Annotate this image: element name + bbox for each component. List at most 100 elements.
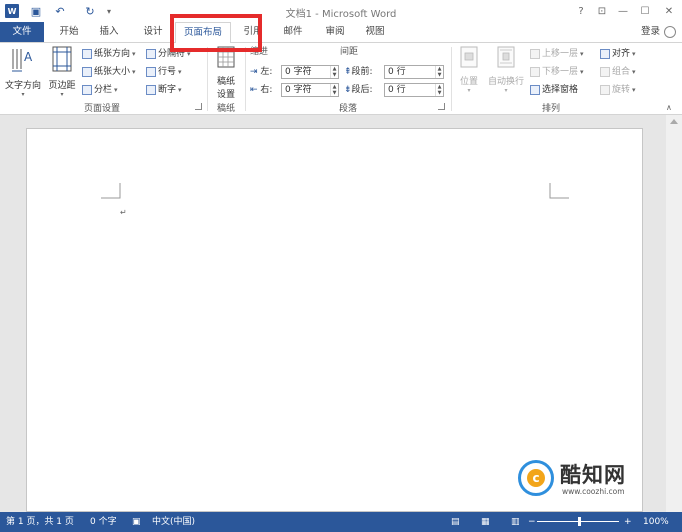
document-area: ↵ [0,115,682,512]
bring-forward-icon [530,49,540,59]
word-count[interactable]: 0 个字 [90,512,117,532]
group-divider [245,47,246,111]
send-backward-button[interactable]: 下移一层 ▾ [530,65,584,79]
draft-settings-button[interactable]: 稿纸 设置 [211,45,241,100]
indent-left-input[interactable]: 0 字符 ▲ ▼ [281,65,339,79]
spinner-arrows-icon[interactable]: ▲ ▼ [330,84,338,96]
indent-left-icon: ⇥ [250,67,258,77]
tab-design[interactable]: 设计 [136,22,170,42]
group-button[interactable]: 组合 ▾ [600,65,636,79]
web-layout-icon[interactable]: ▥ [511,512,520,532]
collapse-ribbon-icon[interactable]: ∧ [666,103,672,112]
columns-icon [82,85,92,95]
tab-file[interactable]: 文件 [0,22,44,42]
selection-pane-button[interactable]: 选择窗格 [530,83,578,97]
hyphenation-button[interactable]: 断字 ▾ [146,83,182,97]
margins-button[interactable]: 页边距 ▾ [46,45,78,98]
selection-pane-icon [530,85,540,95]
spacing-before-label: ⇞段前: [344,67,373,77]
page-count[interactable]: 第 1 页，共 1 页 [6,512,74,532]
position-icon [460,46,478,68]
text-direction-icon: A [12,49,33,72]
tab-insert[interactable]: 插入 [92,22,126,42]
title-bar: W ▣ ↶ ↻ ▾ 文档1 - Microsoft Word ? ⊡ — ☐ ✕ [0,0,682,22]
size-button[interactable]: 纸张大小 ▾ [82,65,136,79]
watermark-url: www.coozhi.com [562,487,625,496]
rotate-icon [600,85,610,95]
close-icon[interactable]: ✕ [660,3,678,19]
spacing-before-input[interactable]: 0 行 ▲ ▼ [384,65,444,79]
indent-right-input[interactable]: 0 字符 ▲ ▼ [281,83,339,97]
line-numbers-button[interactable]: 行号 ▾ [146,65,182,79]
spinner-arrows-icon[interactable]: ▲ ▼ [330,66,338,78]
align-button[interactable]: 对齐 ▾ [600,47,636,61]
indent-right-icon: ⇤ [250,85,258,95]
spacing-after-icon: ⇟ [344,85,352,95]
svg-text:A: A [24,50,33,64]
ribbon: A 文字方向 ▾ 页边距 ▾ 纸张方向 ▾ 纸张大小 ▾ 分栏 ▾ 分隔符 ▾ 行号 ▾ … [0,42,682,115]
paragraph-mark: ↵ [120,208,127,217]
zoom-level[interactable]: 100% [643,512,669,532]
zoom-slider-thumb[interactable] [578,517,581,526]
rotate-button[interactable]: 旋转 ▾ [600,83,636,97]
status-bar: 第 1 页，共 1 页 0 个字 ▣ 中文(中国) ▤ ▦ ▥ − + 100% [0,512,682,532]
group-divider [207,47,208,111]
group-label-paragraph: 段落 [338,104,357,114]
minimize-icon[interactable]: — [614,3,632,19]
help-icon[interactable]: ? [572,3,590,19]
text-direction-button[interactable]: A 文字方向 ▾ [4,45,42,98]
coozhi-logo-icon: c [518,460,554,496]
breaks-icon [146,49,156,59]
watermark: c 酷知网 www.coozhi.com [510,456,660,500]
line-numbers-icon [146,67,156,77]
ribbon-tabs: 文件 开始 插入 设计 页面布局 引用 邮件 审阅 视图 登录 [0,22,682,43]
tab-home[interactable]: 开始 [52,22,86,42]
margin-corner-top-right [549,183,569,199]
document-page[interactable]: ↵ [26,128,643,512]
page-setup-launcher-icon[interactable] [195,103,202,110]
tab-mailings[interactable]: 邮件 [276,22,310,42]
group-label-page-setup: 页面设置 [83,104,120,114]
align-icon [600,49,610,59]
paragraph-launcher-icon[interactable] [438,103,445,110]
print-layout-icon[interactable]: ▦ [481,512,490,532]
wrap-text-icon [497,46,515,68]
spinner-arrows-icon[interactable]: ▲ ▼ [435,84,443,96]
zoom-in-button[interactable]: + [624,512,632,532]
margin-corner-top-left [101,183,121,199]
tab-view[interactable]: 视图 [358,22,392,42]
tab-page-layout[interactable]: 页面布局 [175,22,231,43]
vertical-scrollbar[interactable] [666,115,682,512]
account-icon[interactable] [664,26,676,38]
group-icon [600,67,610,77]
tab-review[interactable]: 审阅 [318,22,352,42]
indent-right-label: ⇤ 右: [250,85,273,95]
restore-icon[interactable]: ☐ [636,3,654,19]
read-mode-icon[interactable]: ▤ [451,512,460,532]
hyphenation-icon [146,85,156,95]
paper-size-icon [82,67,92,77]
columns-button[interactable]: 分栏 ▾ [82,83,118,97]
indent-left-label: ⇥ 左: [250,67,273,77]
spacing-after-input[interactable]: 0 行 ▲ ▼ [384,83,444,97]
send-backward-icon [530,67,540,77]
language-indicator[interactable]: 中文(中国) [152,512,195,532]
bring-forward-button[interactable]: 上移一层 ▾ [530,47,584,61]
spacing-before-icon: ⇞ [344,67,352,77]
margins-icon [52,46,72,72]
wrap-text-button[interactable]: 自动换行 ▾ [486,45,526,94]
scroll-up-icon[interactable] [670,119,678,124]
zoom-out-button[interactable]: − [528,512,536,532]
ribbon-options-icon[interactable]: ⊡ [593,3,611,19]
position-button[interactable]: 位置 ▾ [456,45,482,94]
orientation-button[interactable]: 纸张方向 ▾ [82,47,136,61]
spacing-after-label: ⇟段后: [344,85,373,95]
login-link[interactable]: 登录 [641,22,660,42]
spacing-header: 间距 [340,47,359,57]
group-divider [451,47,452,111]
spinner-arrows-icon[interactable]: ▲ ▼ [435,66,443,78]
orientation-icon [82,49,92,59]
group-label-arrange: 排列 [541,104,560,114]
proofing-icon[interactable]: ▣ [132,512,141,532]
group-label-draft: 稿纸 [216,104,235,114]
